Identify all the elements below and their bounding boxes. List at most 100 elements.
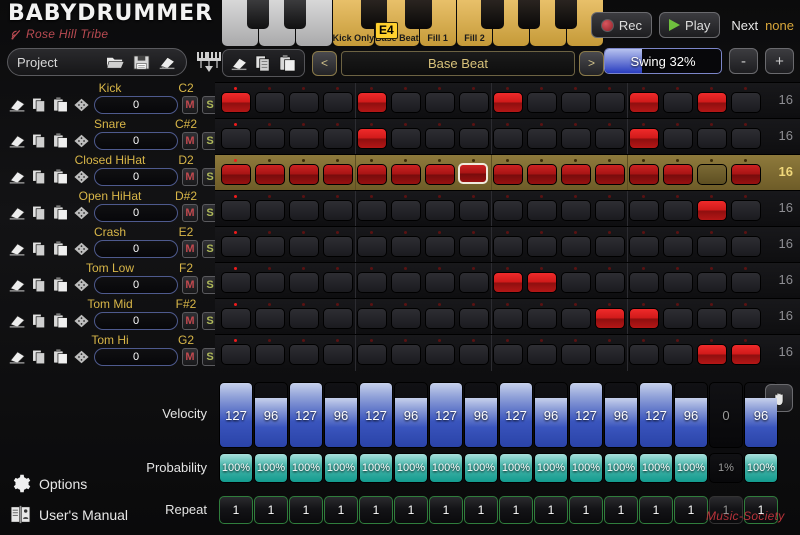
track-row[interactable]: Tom Hi G2 0 M S 16 [0,333,800,371]
step-button[interactable] [391,236,421,257]
step-button[interactable] [289,308,319,329]
step-button[interactable] [391,200,421,221]
step-button[interactable] [357,344,387,365]
step-button[interactable] [289,128,319,149]
probability-cell[interactable]: 100% [464,453,498,483]
step-button[interactable] [561,344,591,365]
dice-shuffle-icon[interactable] [73,277,90,293]
repeat-cell[interactable]: 1 [429,496,463,524]
step-button[interactable] [425,272,455,293]
step-button[interactable] [255,200,285,221]
dice-shuffle-icon[interactable] [73,349,90,365]
next-value[interactable]: none [765,18,794,33]
copy-icon[interactable] [31,133,48,149]
step-button[interactable] [459,200,489,221]
step-button[interactable] [255,128,285,149]
swing-plus-button[interactable]: + [765,48,794,74]
eraser-icon[interactable] [8,349,27,365]
step-button[interactable] [493,92,523,113]
step-button[interactable] [629,272,659,293]
copy-icon[interactable] [254,55,273,72]
step-button[interactable] [425,236,455,257]
paste-icon[interactable] [52,169,69,185]
paste-icon[interactable] [278,54,297,72]
track-value-slider[interactable]: 0 [94,348,178,366]
dice-shuffle-icon[interactable] [73,241,90,257]
step-button[interactable] [493,272,523,293]
step-button[interactable] [731,236,761,257]
copy-icon[interactable] [31,205,48,221]
repeat-cell[interactable]: 1 [219,496,253,524]
track-length[interactable]: 16 [779,344,793,359]
track-row[interactable]: Crash E2 0 M S 16 [0,225,800,263]
step-button[interactable] [527,92,557,113]
step-button[interactable] [221,308,251,329]
track-mute-button[interactable]: M [182,204,198,222]
step-button[interactable] [221,272,251,293]
play-button[interactable]: Play [659,12,721,38]
step-button[interactable] [425,200,455,221]
repeat-cell[interactable]: 1 [499,496,533,524]
track-length[interactable]: 16 [779,308,793,323]
keyboard-black-key-8[interactable] [555,0,578,29]
step-button[interactable] [527,164,557,185]
pattern-name[interactable]: Base Beat [341,50,575,76]
step-button[interactable] [425,308,455,329]
track-mute-button[interactable]: M [182,96,198,114]
step-button[interactable] [527,236,557,257]
users-manual-button[interactable]: User's Manual [10,505,128,524]
step-button[interactable] [425,164,455,185]
step-button[interactable] [459,308,489,329]
velocity-cell[interactable]: 96 [604,382,638,448]
step-button[interactable] [663,308,693,329]
velocity-cell[interactable]: 127 [499,382,533,448]
step-button[interactable] [595,236,625,257]
probability-cell[interactable]: 100% [289,453,323,483]
step-button[interactable] [527,272,557,293]
step-button[interactable] [493,128,523,149]
velocity-cell[interactable]: 96 [254,382,288,448]
paste-icon[interactable] [52,277,69,293]
options-button[interactable]: Options [10,473,87,494]
track-value-slider[interactable]: 0 [94,132,178,150]
step-button[interactable] [493,164,523,185]
paste-icon[interactable] [52,313,69,329]
velocity-cell[interactable]: 0 [709,382,743,448]
step-button[interactable] [561,128,591,149]
track-length[interactable]: 16 [779,164,793,179]
probability-cell[interactable]: 100% [359,453,393,483]
step-button[interactable] [459,272,489,293]
step-button[interactable] [697,92,727,113]
step-button[interactable] [357,200,387,221]
step-button[interactable] [221,164,251,185]
paste-icon[interactable] [52,97,69,113]
probability-cell[interactable]: 100% [534,453,568,483]
step-button[interactable] [493,344,523,365]
step-button[interactable] [255,236,285,257]
step-button[interactable] [561,236,591,257]
eraser-icon[interactable] [230,55,249,72]
repeat-cell[interactable]: 1 [464,496,498,524]
track-row[interactable]: Tom Low F2 0 M S 16 [0,261,800,299]
keyboard-key-3[interactable]: Kick Only [332,0,387,46]
velocity-cell[interactable]: 96 [324,382,358,448]
eraser-icon[interactable] [8,205,27,221]
pattern-prev-button[interactable]: < [312,50,337,76]
repeat-cell[interactable]: 1 [674,496,708,524]
step-button[interactable] [595,200,625,221]
step-button[interactable] [663,128,693,149]
step-button[interactable] [731,200,761,221]
copy-icon[interactable] [31,277,48,293]
step-button[interactable] [255,272,285,293]
repeat-cell[interactable]: 1 [324,496,358,524]
track-length[interactable]: 16 [779,92,793,107]
track-mute-button[interactable]: M [182,240,198,258]
step-button[interactable] [731,92,761,113]
keyboard-key-6[interactable]: Fill 2 [456,0,504,46]
step-button[interactable] [731,272,761,293]
step-button[interactable] [391,92,421,113]
project-bar[interactable]: Project [7,48,187,76]
probability-cell[interactable]: 100% [499,453,533,483]
velocity-cell[interactable]: 127 [219,382,253,448]
swing-slider[interactable]: Swing 32% [604,48,722,74]
